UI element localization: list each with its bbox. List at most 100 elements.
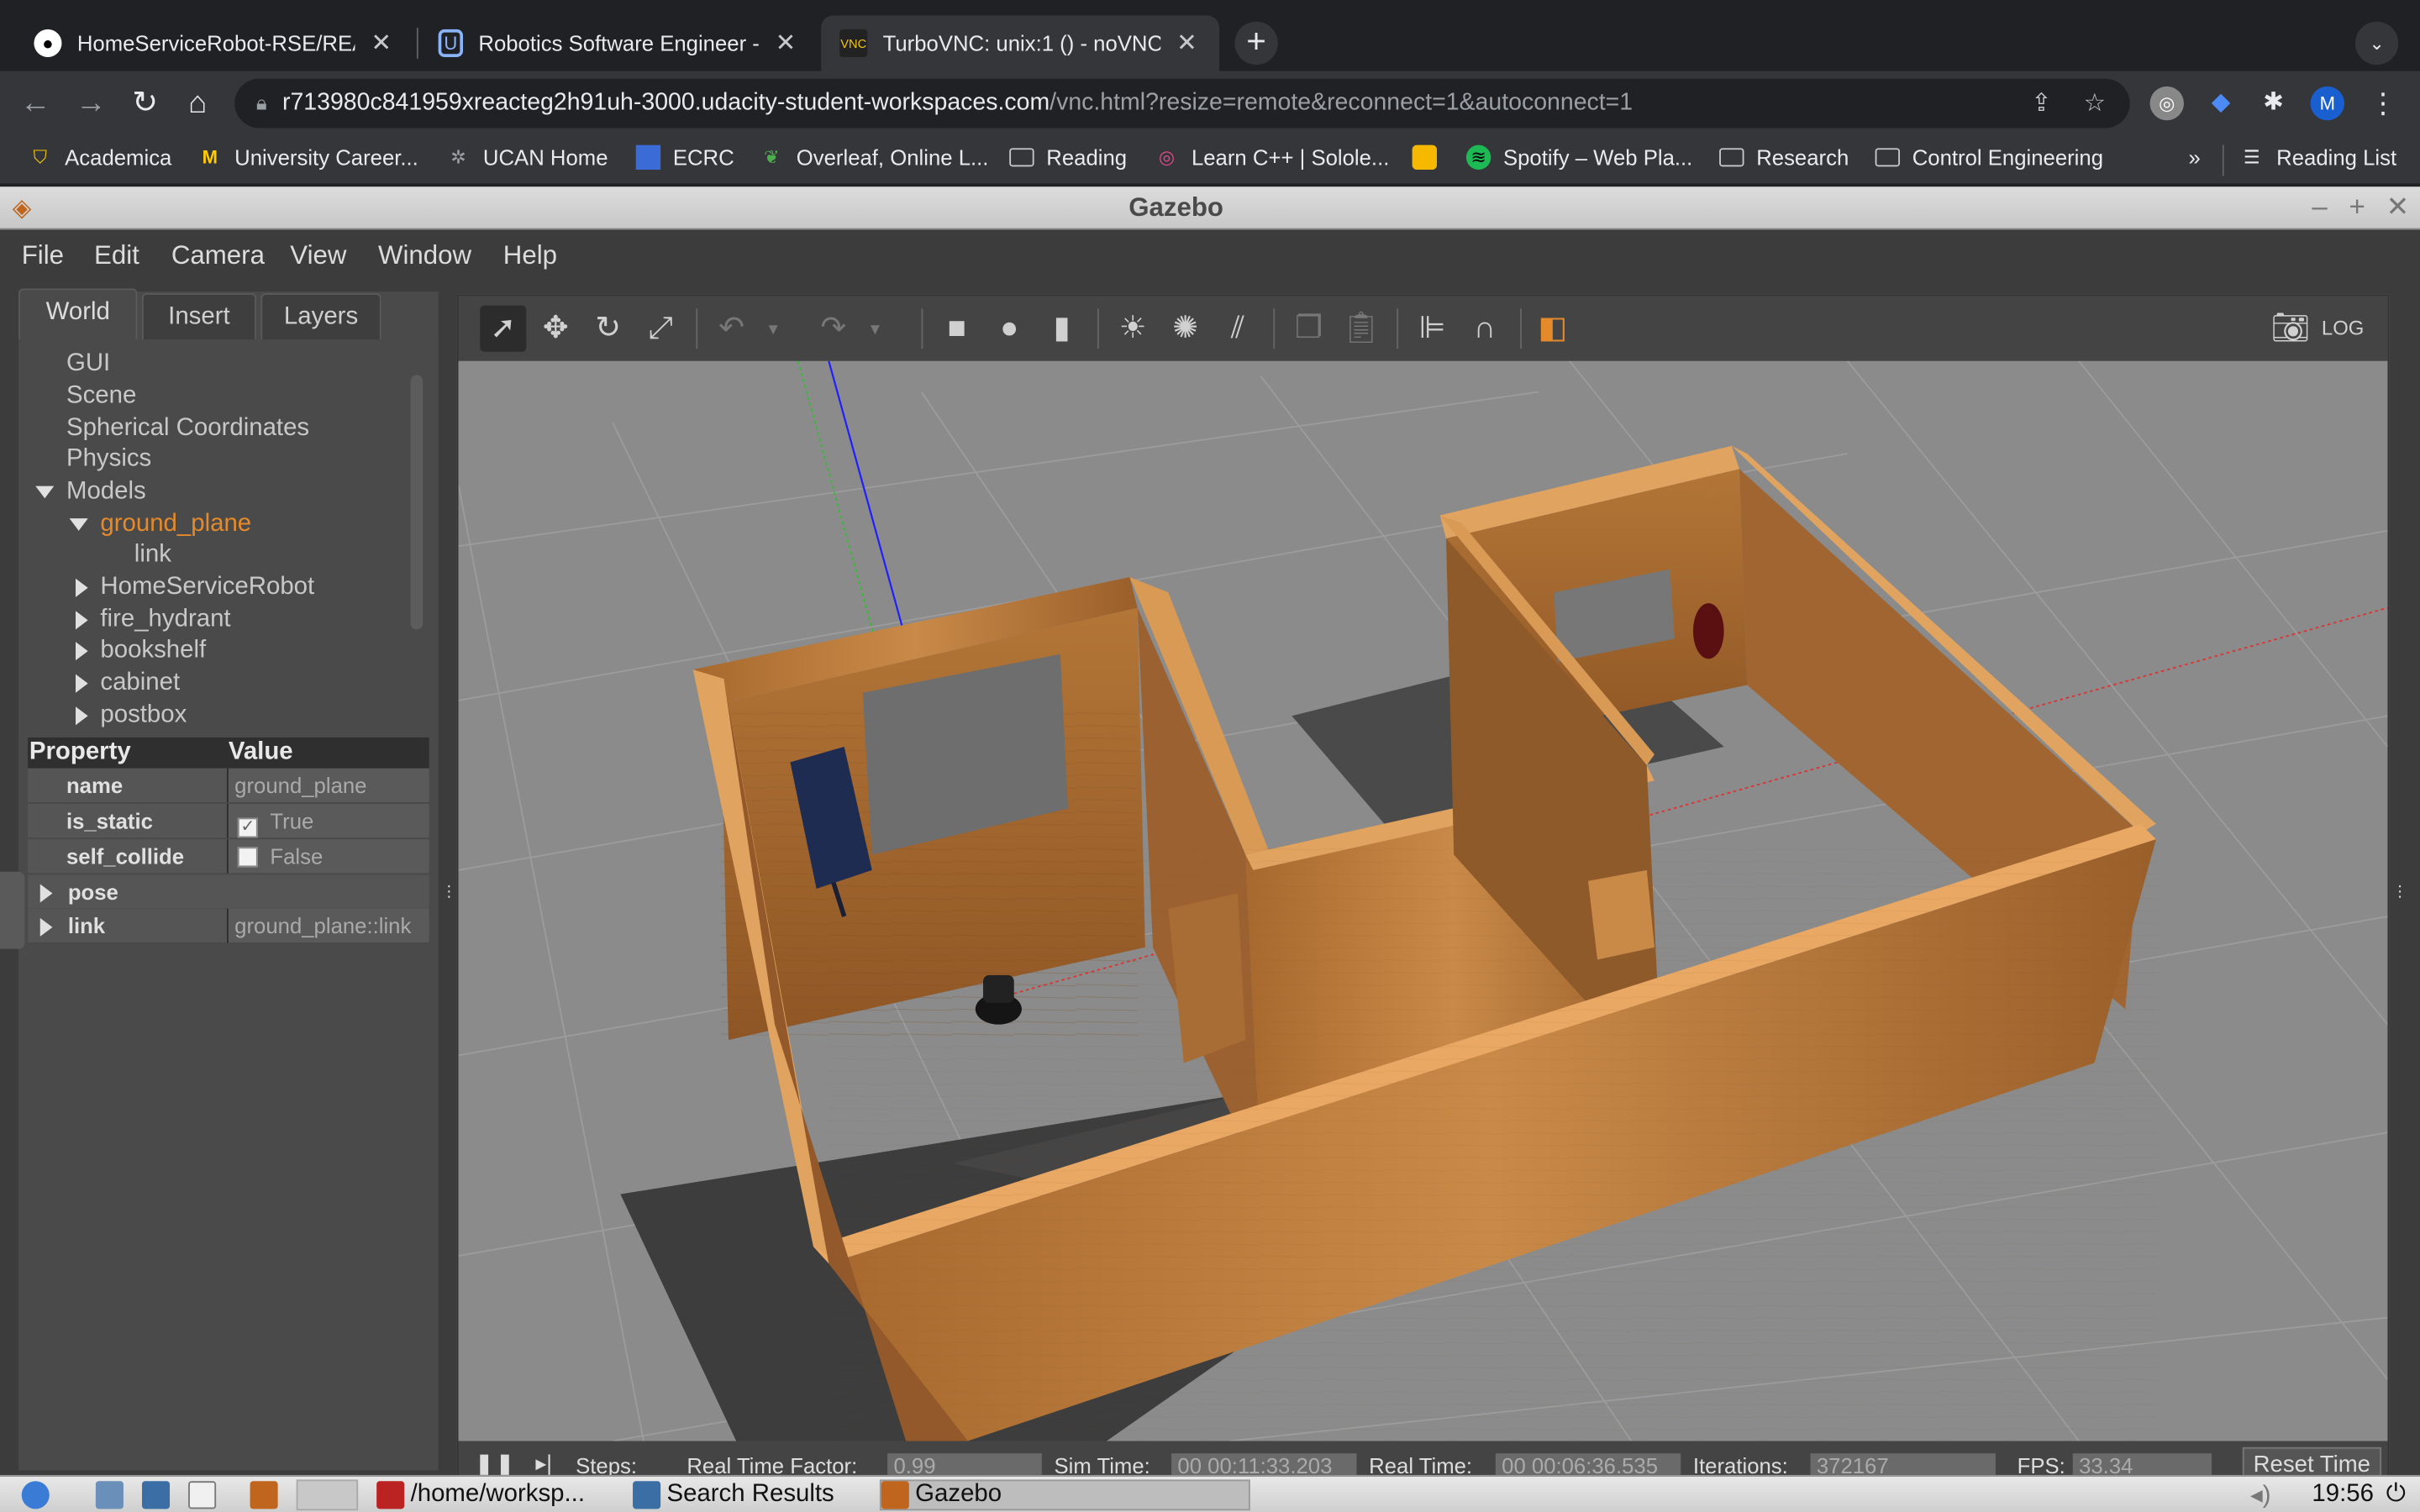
bookmark-ucan[interactable]: ✲ UCAN Home (446, 145, 608, 170)
redo-history-icon[interactable]: ▾ (863, 306, 887, 352)
tree-item-gui[interactable]: GUI (66, 350, 110, 381)
power-icon[interactable]: ⏻ (2386, 1479, 2406, 1510)
bookmark-ecrc[interactable]: ECRC (635, 144, 734, 171)
checkbox-checked[interactable]: ✓ (237, 817, 258, 838)
undo-icon[interactable]: ↶ (708, 306, 755, 352)
task-gazebo[interactable]: Gazebo (879, 1479, 1250, 1511)
tree-item-ground-plane[interactable]: ground_plane (69, 511, 252, 542)
close-icon[interactable]: ✕ (367, 28, 395, 59)
property-row-name[interactable]: name ground_plane (28, 768, 429, 803)
bookmark-overleaf[interactable]: ❦ Overleaf, Online L... (760, 145, 988, 170)
property-row-pose[interactable]: pose (28, 874, 429, 909)
expand-arrow-icon[interactable] (39, 884, 53, 904)
tab-novnc[interactable]: VNC TurboVNC: unix:1 () - noVNC ✕ (821, 15, 1220, 71)
paste-icon[interactable]: 📋︎ (1338, 306, 1384, 352)
tab-world[interactable]: World (18, 288, 138, 340)
property-row-self-collide[interactable]: self_collide False (28, 839, 429, 874)
tree-item-postbox[interactable]: postbox (76, 702, 187, 733)
step-icon[interactable]: ▸| (535, 1451, 552, 1475)
bookmark-star-icon[interactable]: ☆ (2084, 88, 2106, 119)
file-manager-icon[interactable] (95, 1479, 129, 1510)
tree-item-fire-hydrant[interactable]: fire_hydrant (76, 606, 231, 638)
task-search-results[interactable]: Search Results (633, 1479, 834, 1510)
translate-mode-icon[interactable]: ✥ (533, 306, 579, 352)
desktop-icon[interactable] (141, 1479, 176, 1510)
tab-github[interactable]: ● HomeServiceRobot-RSE/READ ✕ (15, 15, 413, 71)
gazebo-launcher-icon[interactable] (250, 1479, 284, 1510)
expand-arrow-icon[interactable] (76, 641, 88, 660)
point-light-icon[interactable]: ☀ (1110, 306, 1156, 352)
menu-view[interactable]: View (290, 241, 346, 272)
tree-item-cabinet[interactable]: cabinet (76, 669, 180, 701)
tree-item-scene[interactable]: Scene (66, 383, 136, 414)
select-mode-icon[interactable]: ➚ (480, 305, 527, 352)
forward-button[interactable]: → (71, 83, 111, 123)
property-row-is-static[interactable]: is_static ✓ True (28, 803, 429, 838)
snap-magnet-icon[interactable]: ∩ (1461, 306, 1507, 352)
checkbox-unchecked[interactable] (237, 847, 258, 868)
align-icon[interactable]: ⊫ (1409, 306, 1455, 352)
tab-udacity[interactable]: U Robotics Software Engineer - U ✕ (420, 15, 818, 71)
start-menu-icon[interactable] (21, 1479, 55, 1510)
bookmark-academica[interactable]: ⛉ Academica (28, 145, 171, 170)
close-icon[interactable]: ✕ (1173, 28, 1201, 59)
undo-history-icon[interactable]: ▾ (761, 306, 786, 352)
menu-camera[interactable]: Camera (171, 241, 265, 272)
tree-item-bookshelf[interactable]: bookshelf (76, 638, 206, 669)
copy-icon[interactable]: ❐ (1286, 306, 1332, 352)
extension-icon[interactable]: ◆ (2204, 87, 2238, 120)
property-row-link[interactable]: link ground_plane::link (28, 908, 429, 943)
box-shape-icon[interactable]: ■ (934, 306, 980, 352)
close-icon[interactable]: ✕ (2386, 192, 2410, 224)
scale-mode-icon[interactable]: ⤢ (638, 306, 684, 352)
volume-icon[interactable]: ◂) (2250, 1479, 2271, 1510)
render-viewport[interactable]: ➚ ✥ ↻ ⤢ ↶ ▾ ↷ ▾ ■ ● ▮ ☀ ✺ ⫽ ❐ 📋︎ ⊫ ∩ ◧ 📷… (456, 294, 2390, 1475)
spot-light-icon[interactable]: ✺ (1162, 306, 1208, 352)
menu-window[interactable]: Window (378, 241, 471, 272)
bookmark-sololearn[interactable]: ◎ Learn C++ | Sololе... (1155, 145, 1389, 170)
reading-list-button[interactable]: ☰ Reading List (2239, 145, 2396, 170)
address-bar[interactable]: 🔒︎ r713980c841959xreacteg2h91uh-3000.uda… (234, 78, 2130, 129)
splitter-handle[interactable]: ⋮ (2392, 884, 2407, 906)
bookmark-folder-reading[interactable]: Reading (1009, 145, 1127, 170)
profile-avatar[interactable]: M (2310, 86, 2345, 121)
extension-icon[interactable]: ◎ (2149, 86, 2184, 121)
new-tab-button[interactable]: + (1234, 21, 1278, 66)
tree-item-physics[interactable]: Physics (66, 446, 151, 477)
tree-scrollbar[interactable] (410, 375, 424, 630)
tree-item-models[interactable]: Models (35, 478, 146, 509)
tab-layers[interactable]: Layers (260, 292, 381, 340)
minimize-icon[interactable]: – (2312, 192, 2327, 224)
bookmark-spotify[interactable]: ≋ Spotify – Web Pla... (1465, 144, 1692, 171)
maximize-icon[interactable]: + (2349, 192, 2365, 224)
task-terminal[interactable]: /home/worksp... (376, 1479, 585, 1510)
tree-item-home-service-robot[interactable]: HomeServiceRobot (76, 574, 314, 605)
window-icon[interactable] (188, 1479, 222, 1510)
tab-search-button[interactable]: ⌄ (2354, 21, 2399, 66)
expand-arrow-icon[interactable] (69, 517, 88, 531)
bookmark-folder-research[interactable]: Research (1719, 145, 1849, 170)
tree-item-spherical-coordinates[interactable]: Spherical Coordinates (66, 415, 309, 446)
redo-icon[interactable]: ↷ (810, 306, 856, 352)
view-angle-icon[interactable]: ◧ (1529, 306, 1576, 352)
home-button[interactable]: ⌂ (177, 83, 218, 123)
expand-arrow-icon[interactable] (76, 610, 88, 629)
expand-arrow-icon[interactable] (35, 486, 55, 498)
rotate-mode-icon[interactable]: ↻ (585, 306, 631, 352)
menu-file[interactable]: File (22, 241, 64, 272)
back-button[interactable]: ← (15, 83, 55, 123)
tree-item-link[interactable]: link (134, 542, 171, 573)
share-icon[interactable]: ⇪ (2031, 88, 2052, 119)
log-icon[interactable]: LOG (2320, 306, 2366, 352)
splitter-handle[interactable]: ⋮ (441, 884, 456, 906)
reload-button[interactable]: ↻ (125, 83, 166, 123)
expand-arrow-icon[interactable] (39, 918, 53, 937)
directional-light-icon[interactable]: ⫽ (1215, 306, 1261, 352)
cylinder-shape-icon[interactable]: ▮ (1039, 306, 1085, 352)
reset-time-button[interactable]: Reset Time (2242, 1446, 2381, 1475)
puzzle-icon[interactable]: ✱ (2256, 87, 2290, 120)
3d-scene[interactable] (457, 360, 2389, 1442)
more-bookmarks-button[interactable]: » (2188, 145, 2200, 170)
tab-insert[interactable]: Insert (141, 292, 256, 340)
menu-edit[interactable]: Edit (94, 241, 139, 272)
